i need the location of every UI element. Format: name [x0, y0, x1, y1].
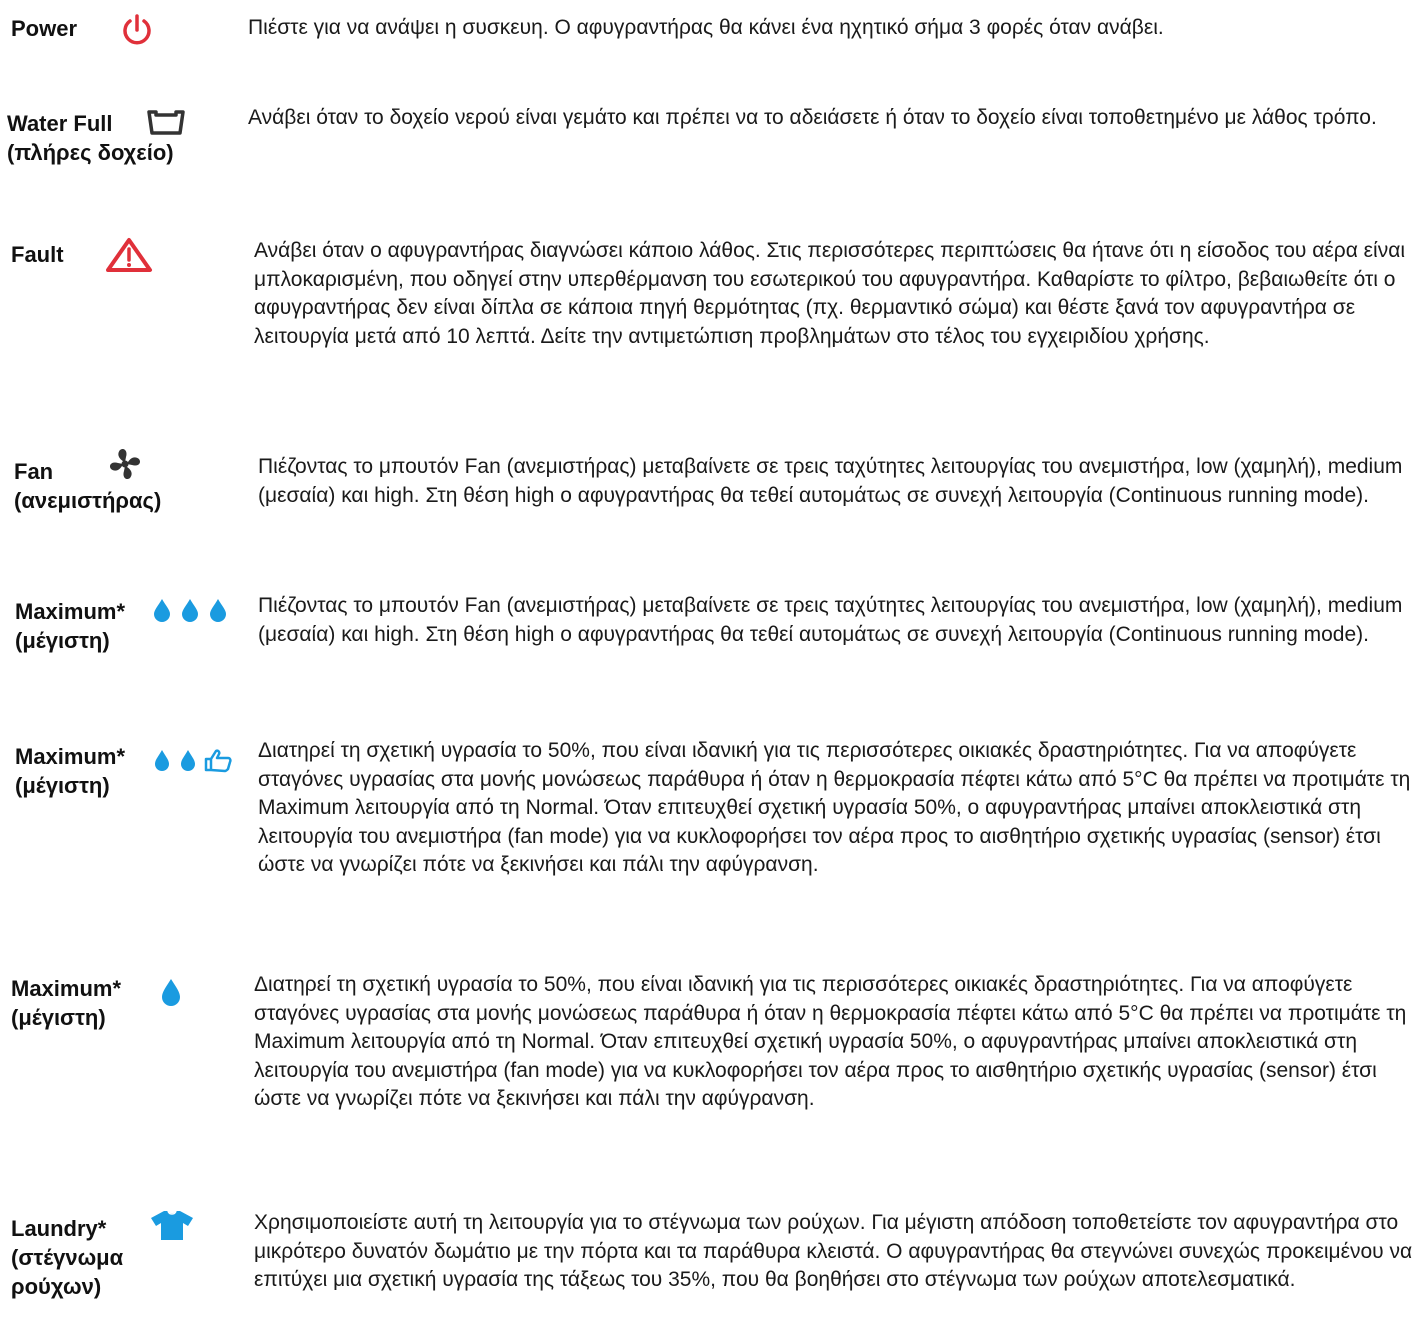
- item-description: Πιέζοντας το μπουτόν Fan (ανεμιστήρας) μ…: [258, 455, 1403, 507]
- power-icon: [123, 14, 151, 45]
- item-label: Fault: [11, 242, 64, 267]
- item-label: Maximum* (μέγιστη): [15, 744, 126, 798]
- item-description: Διατηρεί τη σχετική υγρασία το 50%, που …: [258, 739, 1411, 876]
- fan-icon: [109, 448, 141, 480]
- water-tank-icon: [147, 110, 185, 135]
- item-label: Maximum* (μέγιστη): [15, 599, 126, 653]
- single-drop-icon: [162, 979, 180, 1006]
- item-description: Πιέστε για να ανάψει η συσκευη. Ο αφυγρα…: [248, 16, 1164, 39]
- item-label: Laundry* (στέγνωμα ρούχων): [11, 1216, 124, 1299]
- two-drops-thumbs-up-icon: [155, 749, 232, 773]
- item-label: Power: [11, 16, 78, 41]
- shirt-icon: [151, 1210, 193, 1240]
- item-description: Πιέζοντας το μπουτόν Fan (ανεμιστήρας) μ…: [258, 594, 1403, 646]
- item-description: Διατηρεί τη σχετική υγρασία το 50%, που …: [254, 973, 1407, 1110]
- item-description: Χρησιμοποιείστε αυτή τη λειτουργία για τ…: [254, 1211, 1413, 1291]
- item-description: Ανάβει όταν ο αφυγραντήρας διαγνώσει κάπ…: [254, 239, 1406, 348]
- item-label: Maximum* (μέγιστη): [11, 976, 122, 1030]
- three-drops-icon: [154, 599, 226, 622]
- manual-page: { "colors": { "red_icon": "#e0303a", "bl…: [0, 0, 1427, 1320]
- warning-triangle-icon: [106, 238, 152, 272]
- item-description: Ανάβει όταν το δοχείο νερού είναι γεμάτο…: [248, 106, 1377, 129]
